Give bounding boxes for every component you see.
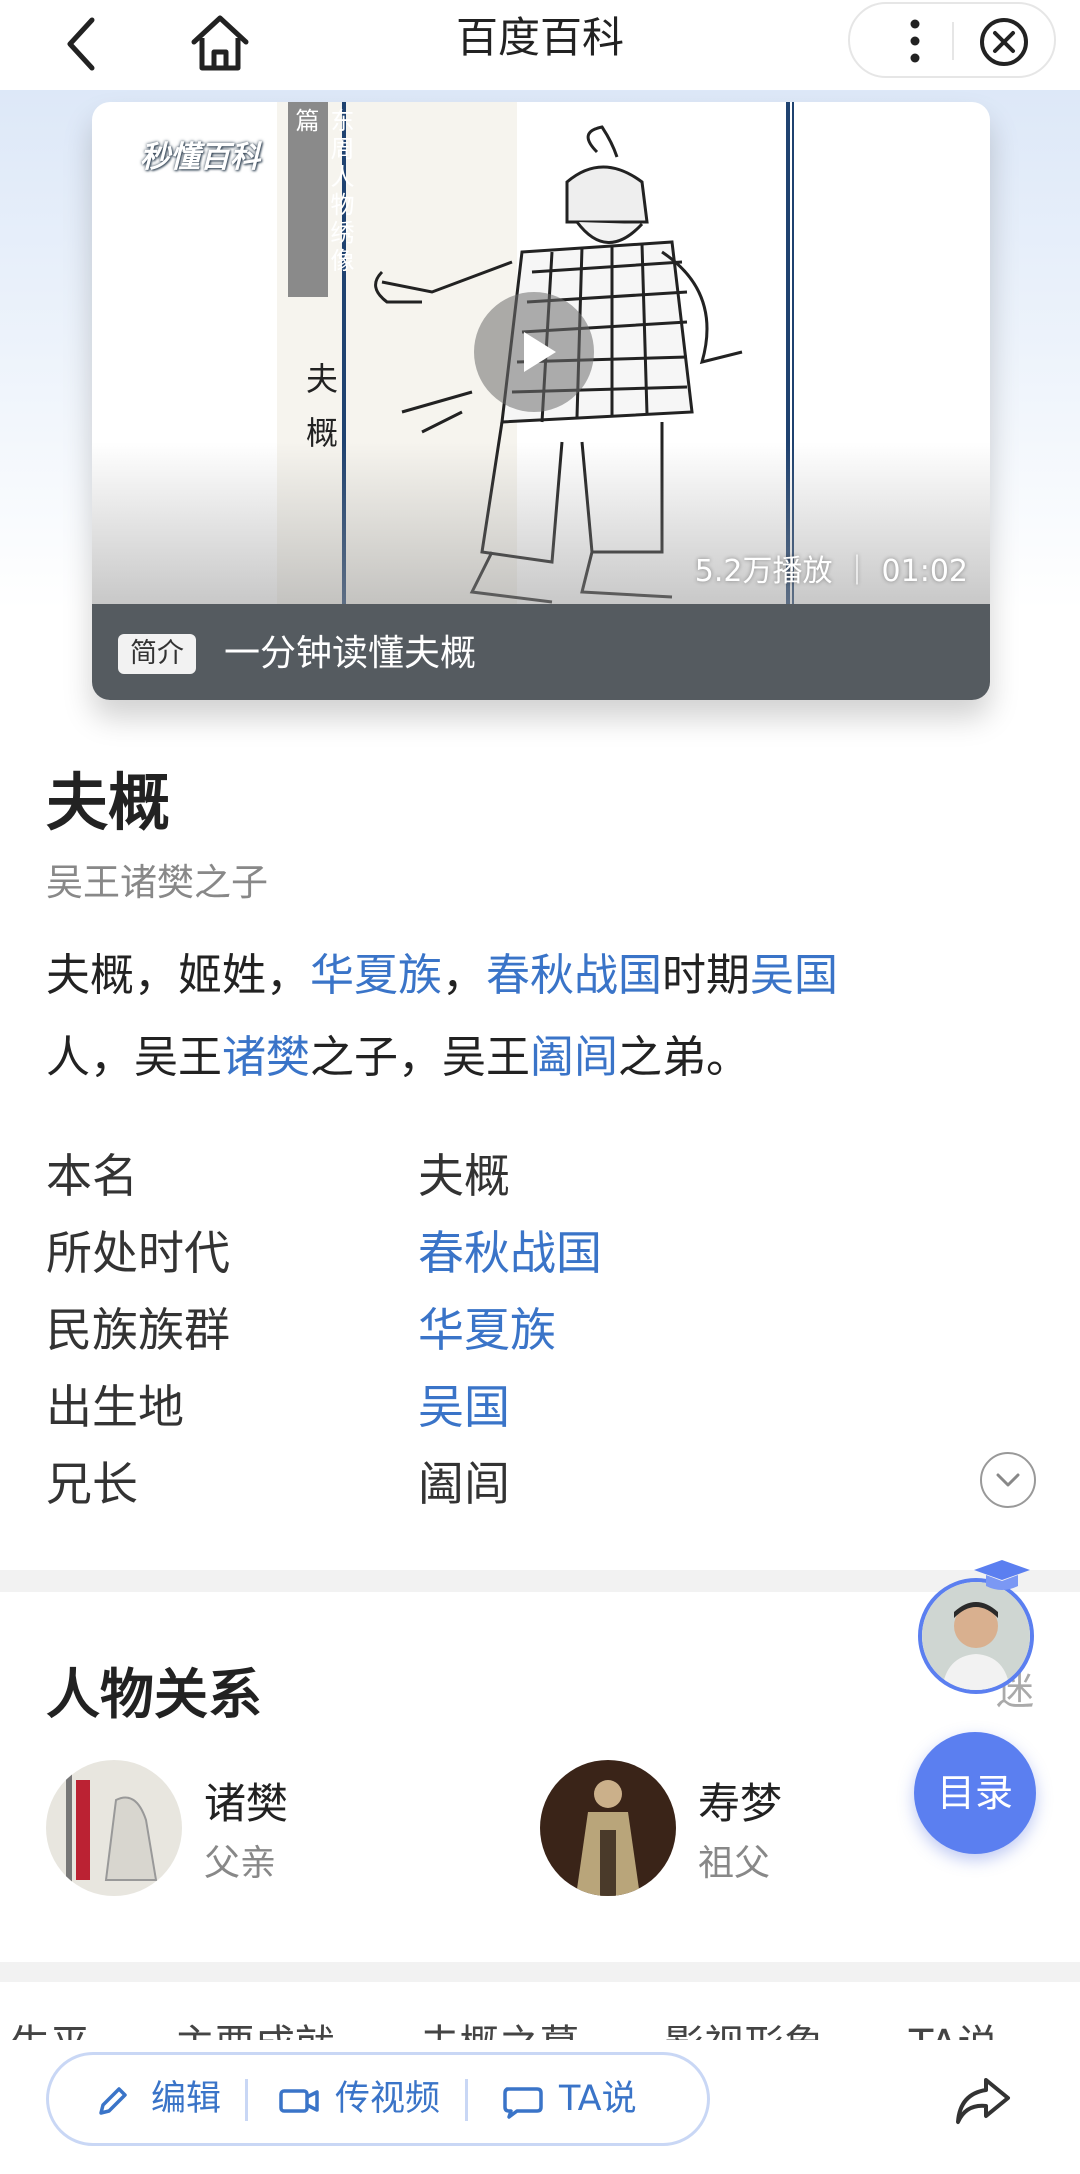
- capsule-divider: [952, 22, 954, 60]
- action-divider: [465, 2079, 468, 2121]
- edit-label: 编辑: [151, 2079, 222, 2119]
- video-caption-text: 一分钟读懂夫概: [224, 633, 477, 674]
- section-divider: [0, 1962, 1080, 1982]
- ta-say-button[interactable]: TA说: [501, 2055, 681, 2143]
- info-value-link[interactable]: 春秋战国: [418, 1217, 602, 1283]
- upload-video-label: 传视频: [335, 2079, 441, 2119]
- info-value: 阖闾: [418, 1457, 510, 1511]
- summary-text: 之子，吴王: [310, 1032, 530, 1083]
- info-value-link[interactable]: 吴国: [418, 1371, 510, 1437]
- info-key: 所处时代: [46, 1226, 230, 1280]
- summary-text: 人，吴王: [46, 1032, 222, 1083]
- play-icon: [524, 332, 556, 372]
- share-icon[interactable]: [952, 2070, 1014, 2130]
- summary-text: 之弟。: [618, 1032, 750, 1083]
- upload-video-button[interactable]: 传视频: [277, 2055, 477, 2143]
- close-icon[interactable]: [974, 12, 1034, 72]
- summary-link-wu-state[interactable]: 吴国: [750, 950, 838, 1001]
- chat-bubble-icon: [503, 2087, 543, 2119]
- play-button[interactable]: [474, 292, 594, 412]
- relation-name: 寿梦: [698, 1779, 783, 1828]
- info-row: 兄长 阖闾: [46, 1448, 1036, 1525]
- video-play-stats: 5.2万播放 ｜ 01:02: [694, 554, 968, 589]
- relation-avatar: [46, 1760, 182, 1896]
- relations-title: 人物关系: [46, 1663, 262, 1726]
- summary-link-zhufan[interactable]: 诸樊: [222, 1032, 310, 1083]
- info-row: 出生地 吴国: [46, 1371, 1036, 1448]
- summary-link-huaxia[interactable]: 华夏族: [310, 950, 442, 1001]
- relation-name: 诸樊: [204, 1779, 289, 1828]
- miniapp-capsule: [848, 2, 1056, 78]
- relation-role: 父亲: [204, 1843, 277, 1884]
- expert-avatar: [922, 1582, 1030, 1690]
- intro-badge: 简介: [118, 634, 196, 674]
- action-divider: [245, 2079, 248, 2121]
- ta-say-label: TA说: [559, 2079, 637, 2119]
- summary-text: 夫概，姬姓，: [46, 950, 310, 1001]
- pencil-icon: [99, 2087, 127, 2115]
- section-divider: [0, 1570, 1080, 1592]
- info-row: 本名 夫概: [46, 1140, 1036, 1217]
- summary-text: 时期: [662, 950, 750, 1001]
- video-caption-bar: 简介 一分钟读懂夫概: [92, 604, 990, 700]
- info-row: 所处时代 春秋战国: [46, 1217, 1036, 1294]
- intro-video-card[interactable]: 东周人物绣像篇 夫概 秒懂百科 5.2万播放 ｜ 01:02 简介 一分钟读懂夫…: [92, 102, 990, 700]
- top-navigation-bar: 百度百科: [0, 0, 1080, 90]
- more-options-icon[interactable]: [890, 14, 940, 68]
- info-key: 出生地: [46, 1380, 184, 1434]
- basic-info-table: 本名 夫概 所处时代 春秋战国 民族族群 华夏族 出生地 吴国 兄长 阖闾: [46, 1140, 1036, 1525]
- scroll-title-text: 东周人物绣像篇: [291, 108, 354, 276]
- info-key: 民族族群: [46, 1303, 230, 1357]
- info-key: 本名: [46, 1149, 138, 1203]
- relation-role: 祖父: [698, 1843, 771, 1884]
- chevron-down-icon: [996, 1473, 1020, 1487]
- expand-info-button[interactable]: [980, 1452, 1036, 1508]
- entry-subtitle: 吴王诸樊之子: [46, 861, 268, 904]
- info-row: 民族族群 华夏族: [46, 1294, 1036, 1371]
- video-camera-icon: [279, 2089, 319, 2113]
- scroll-title-box: 东周人物绣像篇: [288, 102, 354, 297]
- info-key: 兄长: [46, 1457, 138, 1511]
- video-brand-logo: 秒懂百科: [140, 140, 260, 175]
- summary-text: ，: [442, 950, 486, 1001]
- bottom-action-bar: 编辑 传视频 TA说: [0, 2040, 1080, 2174]
- info-value-link[interactable]: 华夏族: [418, 1294, 556, 1360]
- summary-link-helu[interactable]: 阖闾: [530, 1032, 618, 1083]
- relation-card-zhufan[interactable]: 诸樊 父亲: [46, 1760, 446, 1900]
- summary-link-era[interactable]: 春秋战国: [486, 950, 662, 1001]
- action-pill: 编辑 传视频 TA说: [46, 2052, 710, 2146]
- graduation-cap-icon: [974, 1560, 1030, 1590]
- relation-card-shoumeng[interactable]: 寿梦 祖父: [540, 1760, 940, 1900]
- relation-avatar: [540, 1760, 676, 1896]
- table-of-contents-button[interactable]: 目录: [914, 1732, 1036, 1854]
- entry-title: 夫概: [46, 766, 171, 839]
- entry-summary: 夫概，姬姓，华夏族，春秋战国时期吴国人，吴王诸樊之子，吴王阖闾之弟。: [46, 935, 1046, 1099]
- info-value: 夫概: [418, 1149, 510, 1203]
